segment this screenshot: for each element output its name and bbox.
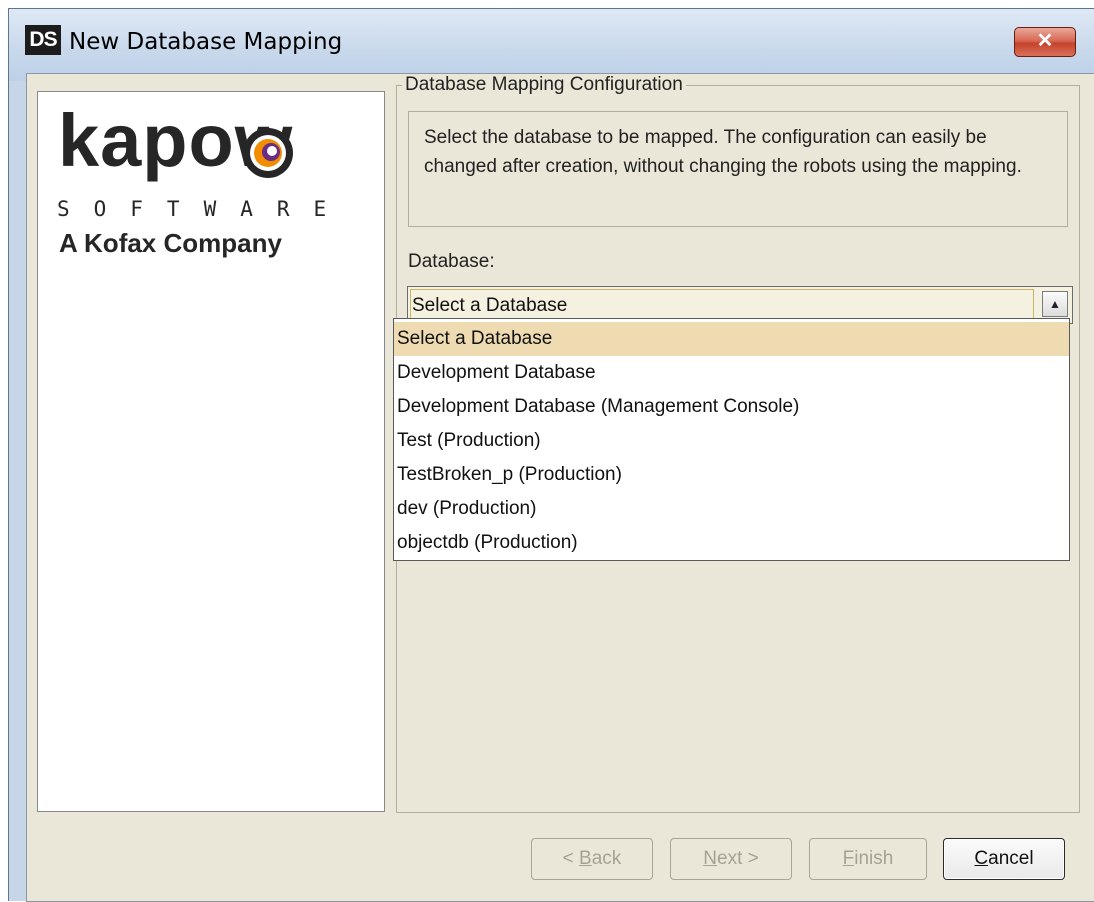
database-select-value: Select a Database xyxy=(412,295,568,316)
next-mnemonic: N xyxy=(703,848,717,869)
finish-mnemonic: F xyxy=(842,848,855,869)
dropdown-option[interactable]: dev (Production) xyxy=(394,492,1069,526)
software-subtitle: SOFTWARE xyxy=(57,197,351,221)
dropdown-option[interactable]: objectdb (Production) xyxy=(394,526,1069,560)
window-title: New Database Mapping xyxy=(69,29,343,55)
title-bar[interactable]: DS New Database Mapping ✕ xyxy=(9,9,1094,81)
app-icon-letters: DS xyxy=(29,28,57,51)
kofax-tagline: A Kofax Company xyxy=(59,228,282,258)
finish-button[interactable]: Finish xyxy=(809,838,927,880)
next-rest: ext > xyxy=(717,848,759,869)
description-box: Select the database to be mapped. The co… xyxy=(408,111,1068,227)
back-prefix: < xyxy=(562,848,580,869)
close-icon: ✕ xyxy=(1036,30,1054,52)
dropdown-option[interactable]: Select a Database xyxy=(394,322,1069,356)
dropdown-option[interactable]: Development Database (Management Console… xyxy=(394,390,1069,424)
app-icon: DS xyxy=(25,25,61,55)
logo-panel: kapow SOFTWARE A Kofax Company xyxy=(37,91,385,812)
cancel-button[interactable]: Cancel xyxy=(943,838,1065,880)
back-mnemonic: B xyxy=(579,848,592,869)
database-label: Database: xyxy=(408,251,495,272)
chevron-up-icon[interactable]: ▲ xyxy=(1042,291,1068,317)
dropdown-option[interactable]: Test (Production) xyxy=(394,424,1069,458)
dropdown-option[interactable]: TestBroken_p (Production) xyxy=(394,458,1069,492)
description-text: Select the database to be mapped. The co… xyxy=(424,127,1022,177)
back-button[interactable]: < Back xyxy=(531,838,653,880)
dropdown-option[interactable]: Development Database xyxy=(394,356,1069,390)
finish-rest: inish xyxy=(854,848,894,869)
database-dropdown-list: Select a Database Development Database D… xyxy=(393,318,1070,561)
group-title: Database Mapping Configuration xyxy=(402,74,686,96)
back-rest: ack xyxy=(591,848,622,869)
cancel-mnemonic: C xyxy=(974,848,989,869)
close-button[interactable]: ✕ xyxy=(1014,27,1076,57)
cancel-rest: ancel xyxy=(988,848,1034,869)
next-button[interactable]: Next > xyxy=(670,838,792,880)
kapow-logo-swirl-icon xyxy=(243,128,293,178)
